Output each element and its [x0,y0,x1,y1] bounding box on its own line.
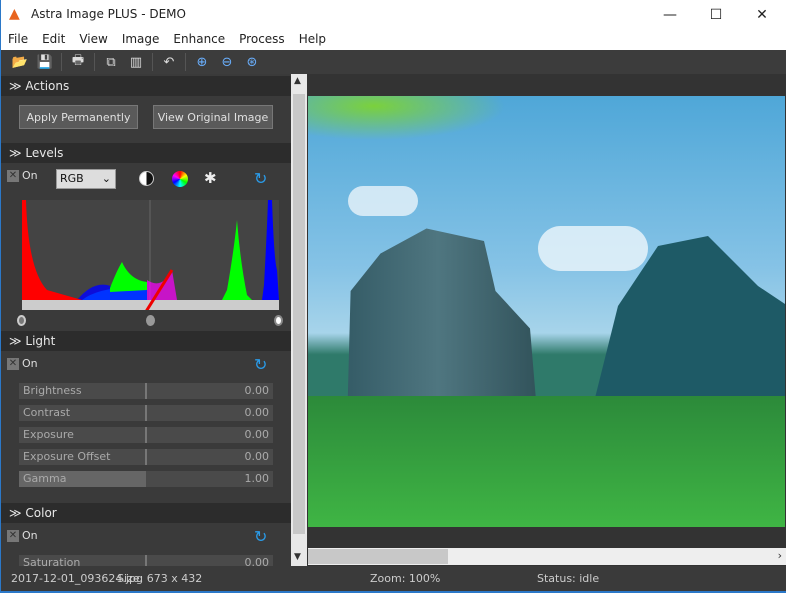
app-logo-icon: ▲ [9,6,20,22]
levels-reset-icon[interactable]: ↻ [254,169,267,188]
color-on-checkbox[interactable]: ✕ [7,530,19,542]
section-title: Light [25,334,56,348]
section-light-header[interactable]: ≫ Light [1,331,291,351]
panel-scrollbar[interactable]: ▲ ▼ [291,74,307,566]
cloud [348,186,418,216]
toolbar-separator [61,53,62,71]
scroll-right-icon[interactable]: › [778,549,782,562]
levels-on-checkbox[interactable]: ✕ [7,170,19,182]
chevron-down-icon: ⌄ [101,172,111,185]
midpoint-handle[interactable] [146,315,155,326]
slider-label: Contrast [23,406,71,419]
saturation-slider[interactable]: Saturation 0.00 [19,555,273,566]
print-icon[interactable]: 🖶 [69,53,87,71]
status-state: Status: idle [537,572,600,585]
apply-permanently-button[interactable]: Apply Permanently [19,105,138,129]
scrollbar-thumb[interactable] [308,549,448,564]
color-wheel-icon[interactable] [172,171,188,187]
leaves [308,96,528,146]
menu-view[interactable]: View [72,30,114,50]
slider-label: Brightness [23,384,82,397]
histogram [22,200,279,310]
toolbar-separator [185,53,186,71]
status-size: Size: 673 x 432 [117,572,203,585]
section-title: Actions [25,79,70,93]
title-bar: ▲ Astra Image PLUS - DEMO — ☐ ✕ [1,0,786,30]
section-levels-header[interactable]: ≫ Levels [1,143,291,163]
menu-help[interactable]: Help [292,30,333,50]
slider-marker [145,449,147,465]
adjustments-panel: ≫ Actions Apply Permanently View Origina… [1,74,291,566]
slider-value: 0.00 [244,556,270,566]
menu-image[interactable]: Image [115,30,167,50]
slider-value: 0.00 [244,406,270,419]
toolbar-separator [94,53,95,71]
zoom-fit-icon[interactable]: ⊛ [243,53,261,71]
section-title: Levels [25,146,64,160]
channel-value: RGB [60,172,84,185]
compare-icon[interactable]: ▥ [127,53,145,71]
status-zoom: Zoom: 100% [370,572,441,585]
slider-value: 1.00 [244,472,270,485]
menu-process[interactable]: Process [232,30,292,50]
menu-bar: File Edit View Image Enhance Process Hel… [1,30,786,50]
brightness-slider[interactable]: Brightness 0.00 [19,383,273,399]
toolbar-separator [152,53,153,71]
light-on-label: On [22,357,38,370]
color-on-label: On [22,529,38,542]
channel-select[interactable]: RGB ⌄ [56,169,116,189]
maximize-button[interactable]: ☐ [693,0,739,30]
black-point-handle[interactable] [17,315,26,326]
slider-label: Exposure Offset [23,450,111,463]
zoom-out-icon[interactable]: ⊖ [218,53,236,71]
settings-gear-icon[interactable]: ✱ [204,169,217,187]
landscape-image [308,96,785,527]
section-actions-header[interactable]: ≫ Actions [1,76,291,96]
forest [308,396,785,527]
color-reset-icon[interactable]: ↻ [254,527,267,546]
slider-label: Saturation [23,556,81,566]
scroll-up-icon[interactable]: ▲ [294,76,301,86]
status-bar: 2017-12-01_093624.jpg Size: 673 x 432 Zo… [1,566,786,593]
undo-icon[interactable]: ↶ [160,53,178,71]
exposure-slider[interactable]: Exposure 0.00 [19,427,273,443]
menu-edit[interactable]: Edit [35,30,72,50]
slider-value: 0.00 [244,384,270,397]
scrollbar-thumb[interactable] [293,94,305,534]
slider-label: Exposure [23,428,74,441]
scroll-down-icon[interactable]: ▼ [294,552,301,562]
slider-marker [145,383,147,399]
section-title: Color [25,506,57,520]
slider-marker [145,427,147,443]
light-on-checkbox[interactable]: ✕ [7,358,19,370]
menu-file[interactable]: File [1,30,35,50]
close-button[interactable]: ✕ [739,0,785,30]
contrast-icon[interactable] [139,171,154,186]
window-title: Astra Image PLUS - DEMO [31,7,186,21]
slider-value: 0.00 [244,428,270,441]
toolbar: 📂 💾 🖶 ⧉ ▥ ↶ ⊕ ⊖ ⊛ [1,50,786,74]
contrast-slider[interactable]: Contrast 0.00 [19,405,273,421]
gamma-slider[interactable]: Gamma 1.00 [19,471,273,487]
open-folder-icon[interactable]: 📂 [11,53,29,71]
section-color-header[interactable]: ≫ Color [1,503,291,523]
horizontal-scrollbar[interactable]: › [308,548,786,565]
slider-value: 0.00 [244,450,270,463]
cloud [538,226,648,271]
view-original-image-button[interactable]: View Original Image [153,105,273,129]
slider-marker [145,405,147,421]
minimize-button[interactable]: — [647,0,693,30]
white-point-handle[interactable] [274,315,283,326]
light-reset-icon[interactable]: ↻ [254,355,267,374]
slider-label: Gamma [23,472,67,485]
slider-marker [145,555,147,566]
zoom-in-icon[interactable]: ⊕ [193,53,211,71]
save-icon[interactable]: 💾 [36,53,54,71]
menu-enhance[interactable]: Enhance [166,30,232,50]
copy-icon[interactable]: ⧉ [102,53,120,71]
exposure-offset-slider[interactable]: Exposure Offset 0.00 [19,449,273,465]
levels-on-label: On [22,169,38,182]
